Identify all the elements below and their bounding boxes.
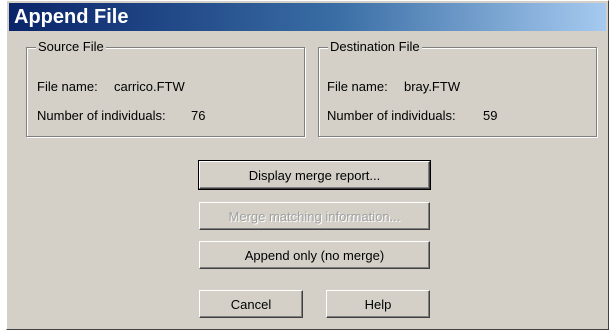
append-only-button[interactable]: Append only (no merge) (199, 241, 430, 269)
append-file-dialog: Append File Source File File name: carri… (6, 0, 609, 330)
destination-file-legend: Destination File (328, 39, 422, 55)
destination-count-label: Number of individuals: (327, 108, 456, 123)
source-file-legend: Source File (36, 39, 106, 55)
source-file-name-row: File name: carrico.FTW (37, 79, 185, 94)
source-count-label: Number of individuals: (37, 108, 166, 123)
source-file-name-label: File name: (37, 79, 98, 94)
destination-count-row: Number of individuals: 59 (327, 108, 497, 123)
destination-file-name-row: File name: bray.FTW (327, 79, 460, 94)
display-merge-report-button[interactable]: Display merge report... (198, 160, 431, 190)
source-count-row: Number of individuals: 76 (37, 108, 205, 123)
dialog-title: Append File (9, 3, 606, 31)
destination-file-name-value: bray.FTW (404, 79, 461, 94)
help-button[interactable]: Help (326, 290, 430, 318)
merge-matching-information-button[interactable]: Merge matching information... (199, 202, 430, 230)
destination-file-name-label: File name: (327, 79, 388, 94)
source-file-name-value: carrico.FTW (114, 79, 185, 94)
destination-count-value: 59 (483, 108, 498, 123)
cancel-button[interactable]: Cancel (199, 290, 303, 318)
source-count-value: 76 (191, 108, 206, 123)
